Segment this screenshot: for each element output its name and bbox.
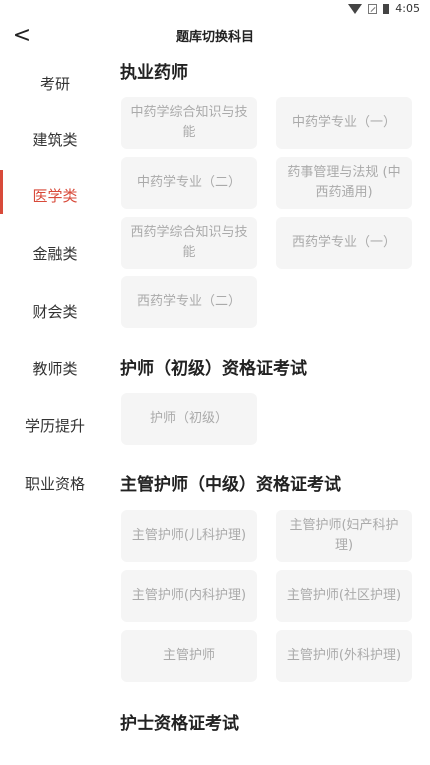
status-icons: 4:05 xyxy=(348,2,420,15)
subject-chip[interactable]: 主管护师(外科护理) xyxy=(276,630,412,682)
sidebar-item-zhiye[interactable]: 职业资格 xyxy=(0,464,110,504)
subject-chip[interactable]: 主管护师(内科护理) xyxy=(121,570,257,622)
subject-list: 执业药师 中药学综合知识与技能 中药学专业（一） 中药学专业（二） 药事管理与法… xyxy=(110,54,430,765)
sidebar-item-kaoyan[interactable]: 考研 xyxy=(0,64,110,104)
subject-chip[interactable]: 药事管理与法规 (中西药通用) xyxy=(276,157,412,209)
subject-chip[interactable]: 西药学专业（一） xyxy=(276,217,412,269)
sidebar-item-xueli[interactable]: 学历提升 xyxy=(0,406,110,446)
subject-chip[interactable]: 中药学专业（一） xyxy=(276,97,412,149)
subject-chip[interactable]: 西药学专业（二） xyxy=(121,276,257,328)
subject-chip[interactable]: 中药学专业（二） xyxy=(121,157,257,209)
subject-chip[interactable]: 主管护师(妇产科护理) xyxy=(276,510,412,562)
section-title-zhiye-yaoshi: 执业药师 xyxy=(120,63,188,83)
status-bar: 4:05 xyxy=(0,0,430,18)
sidebar-item-jianzhu[interactable]: 建筑类 xyxy=(0,120,110,160)
subject-chip[interactable]: 主管护师(儿科护理) xyxy=(121,510,257,562)
subject-chip[interactable]: 中药学综合知识与技能 xyxy=(121,97,257,149)
battery-icon xyxy=(383,3,390,14)
subject-chip[interactable]: 主管护师(社区护理) xyxy=(276,570,412,622)
sidebar-item-yixue[interactable]: 医学类 xyxy=(0,176,110,216)
section-title-hushi-zige: 护士资格证考试 xyxy=(120,714,239,734)
subject-chip[interactable]: 主管护师 xyxy=(121,630,257,682)
sidebar-item-jiaoshi[interactable]: 教师类 xyxy=(0,349,110,389)
wifi-icon xyxy=(348,3,363,14)
sidebar-item-jinrong[interactable]: 金融类 xyxy=(0,234,110,274)
page-title: 题库切换科目 xyxy=(175,30,254,45)
section-title-hushi-chuji: 护师（初级）资格证考试 xyxy=(120,359,307,379)
no-sim-icon xyxy=(368,3,378,14)
sidebar-item-caikuai[interactable]: 财会类 xyxy=(0,292,110,332)
subject-chip[interactable]: 护师（初级） xyxy=(121,393,257,445)
status-time: 4:05 xyxy=(395,2,420,15)
subject-chip[interactable]: 西药学综合知识与技能 xyxy=(121,217,257,269)
title-bar: < 题库切换科目 xyxy=(0,18,430,54)
section-title-zhuguan-hushi: 主管护师（中级）资格证考试 xyxy=(120,475,341,495)
